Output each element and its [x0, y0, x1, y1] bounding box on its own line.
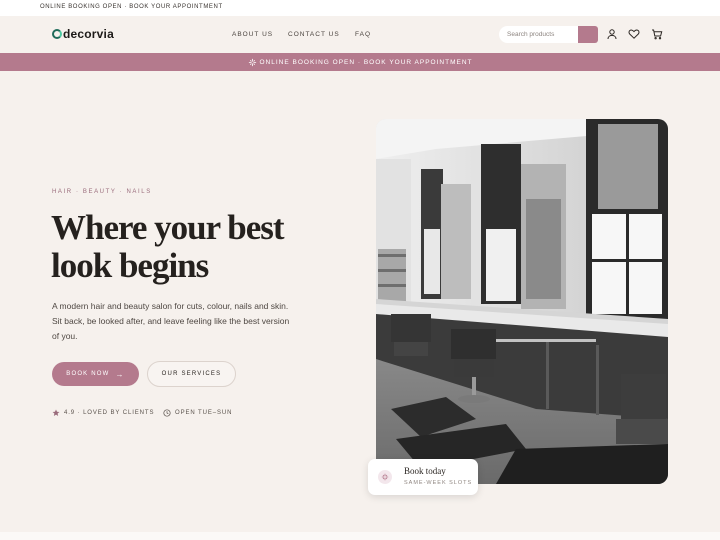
search-input[interactable] [499, 26, 579, 43]
book-now-label: BOOK NOW [66, 371, 110, 377]
user-icon[interactable] [606, 28, 618, 40]
nav-link-about-us[interactable]: ABOUT US [232, 31, 273, 38]
book-today-card[interactable]: Book today SAME-WEEK SLOTS [368, 459, 478, 495]
our-services-label: OUR SERVICES [161, 371, 222, 377]
logo[interactable]: decorvia [52, 27, 114, 41]
salon-interior-photo [376, 119, 668, 484]
rating-stat: 4.9 · LOVED BY CLIENTS [52, 408, 154, 417]
book-card-title: Book today [404, 466, 446, 476]
search-form [499, 26, 599, 43]
hours-text: OPEN TUE–SUN [175, 409, 233, 416]
announcement-topbar: ONLINE BOOKING OPEN · BOOK YOUR APPOINTM… [0, 0, 720, 16]
site-header: decorvia ABOUT US CONTACT US FAQ [0, 16, 720, 53]
logo-mark-icon [52, 29, 62, 39]
book-now-button[interactable]: BOOK NOW → [52, 362, 139, 386]
section-divider [0, 532, 720, 540]
our-services-button[interactable]: OUR SERVICES [147, 361, 236, 387]
heart-icon[interactable] [628, 28, 640, 40]
arrow-right-icon: → [115, 369, 125, 379]
book-card-subtitle: SAME-WEEK SLOTS [404, 480, 473, 486]
clock-icon [163, 408, 171, 417]
promo-text: ONLINE BOOKING OPEN · BOOK YOUR APPOINTM… [259, 58, 473, 66]
nav-link-faq[interactable]: FAQ [355, 31, 371, 38]
search-button[interactable] [578, 26, 598, 43]
sparkle-icon [378, 470, 392, 484]
hero-headline: Where your best look begins [51, 209, 351, 285]
hero-eyebrow: HAIR · BEAUTY · NAILS [52, 189, 152, 195]
rating-text: 4.9 · LOVED BY CLIENTS [64, 409, 155, 416]
hero-headline-line-2: look begins [51, 246, 209, 285]
topbar-text: ONLINE BOOKING OPEN · BOOK YOUR APPOINTM… [40, 4, 223, 10]
hours-stat: OPEN TUE–SUN [163, 408, 232, 417]
star-icon [52, 408, 60, 416]
cart-icon[interactable] [651, 28, 663, 40]
hero-description: A modern hair and beauty salon for cuts,… [52, 301, 290, 341]
promo-banner: ONLINE BOOKING OPEN · BOOK YOUR APPOINTM… [0, 53, 720, 71]
hero-headline-line-1: Where your best [51, 208, 285, 247]
logo-text: decorvia [63, 27, 114, 41]
nav-link-contact-us[interactable]: CONTACT US [288, 31, 340, 38]
sparkle-icon [248, 58, 257, 67]
